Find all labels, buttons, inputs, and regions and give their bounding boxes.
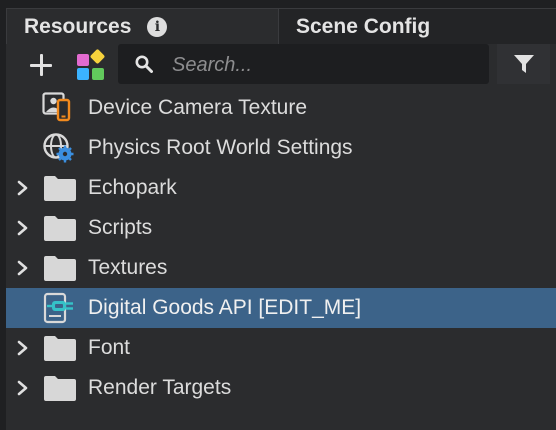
- chevron-right-icon[interactable]: [16, 260, 30, 276]
- tree-item-digital-goods-api[interactable]: Digital Goods API [EDIT_ME]: [6, 288, 556, 328]
- tab-scene-config-label: Scene Config: [296, 14, 431, 38]
- components-icon[interactable]: [76, 48, 106, 81]
- tree-item-echopark[interactable]: Echopark: [6, 168, 556, 208]
- tab-resources[interactable]: Resources i: [6, 8, 279, 44]
- search-box[interactable]: [118, 44, 489, 84]
- filter-icon: [513, 55, 534, 73]
- tree-item-label: Physics Root World Settings: [88, 136, 353, 159]
- filter-button[interactable]: [497, 44, 550, 84]
- folder-icon: [44, 176, 76, 201]
- tab-scene-config[interactable]: Scene Config: [279, 8, 556, 44]
- tree-item-label: Echopark: [88, 176, 177, 199]
- tree-item-label: Device Camera Texture: [88, 96, 308, 119]
- device-camera-texture-icon: [42, 92, 71, 122]
- tree-item-font[interactable]: Font: [6, 328, 556, 368]
- toolbar: [6, 44, 556, 88]
- search-input[interactable]: [170, 50, 474, 80]
- folder-icon: [44, 256, 76, 281]
- chevron-right-icon[interactable]: [16, 180, 30, 196]
- tree-item-render-targets[interactable]: Render Targets: [6, 368, 556, 408]
- tree-item-label: Render Targets: [88, 376, 232, 399]
- tree-item-label: Textures: [88, 256, 168, 279]
- tree-item-label: Font: [88, 336, 131, 359]
- resource-tree: Device Camera Texture Physics Root World…: [6, 88, 556, 430]
- resources-panel: Resources i Scene Config Search... Devic…: [0, 0, 556, 430]
- info-icon[interactable]: i: [147, 16, 168, 37]
- script-asset-icon: [43, 292, 73, 324]
- search-icon: [135, 55, 153, 73]
- tab-bar: Resources i Scene Config: [0, 0, 556, 44]
- tree-item-device-camera-texture[interactable]: Device Camera Texture: [6, 88, 556, 128]
- tree-item-label: Digital Goods API [EDIT_ME]: [88, 296, 362, 319]
- add-resource-button[interactable]: [28, 52, 56, 80]
- folder-icon: [44, 376, 76, 401]
- chevron-right-icon[interactable]: [16, 340, 30, 356]
- tree-item-physics-root-world-settings[interactable]: Physics Root World Settings: [6, 128, 556, 168]
- tree-item-textures[interactable]: Textures: [6, 248, 556, 288]
- tree-item-label: Scripts: [88, 216, 153, 239]
- tree-item-scripts[interactable]: Scripts: [6, 208, 556, 248]
- chevron-right-icon[interactable]: [16, 380, 30, 396]
- chevron-right-icon[interactable]: [16, 220, 30, 236]
- folder-icon: [44, 336, 76, 361]
- physics-world-settings-icon: [43, 133, 74, 163]
- folder-icon: [44, 216, 76, 241]
- tab-resources-label: Resources: [24, 14, 132, 38]
